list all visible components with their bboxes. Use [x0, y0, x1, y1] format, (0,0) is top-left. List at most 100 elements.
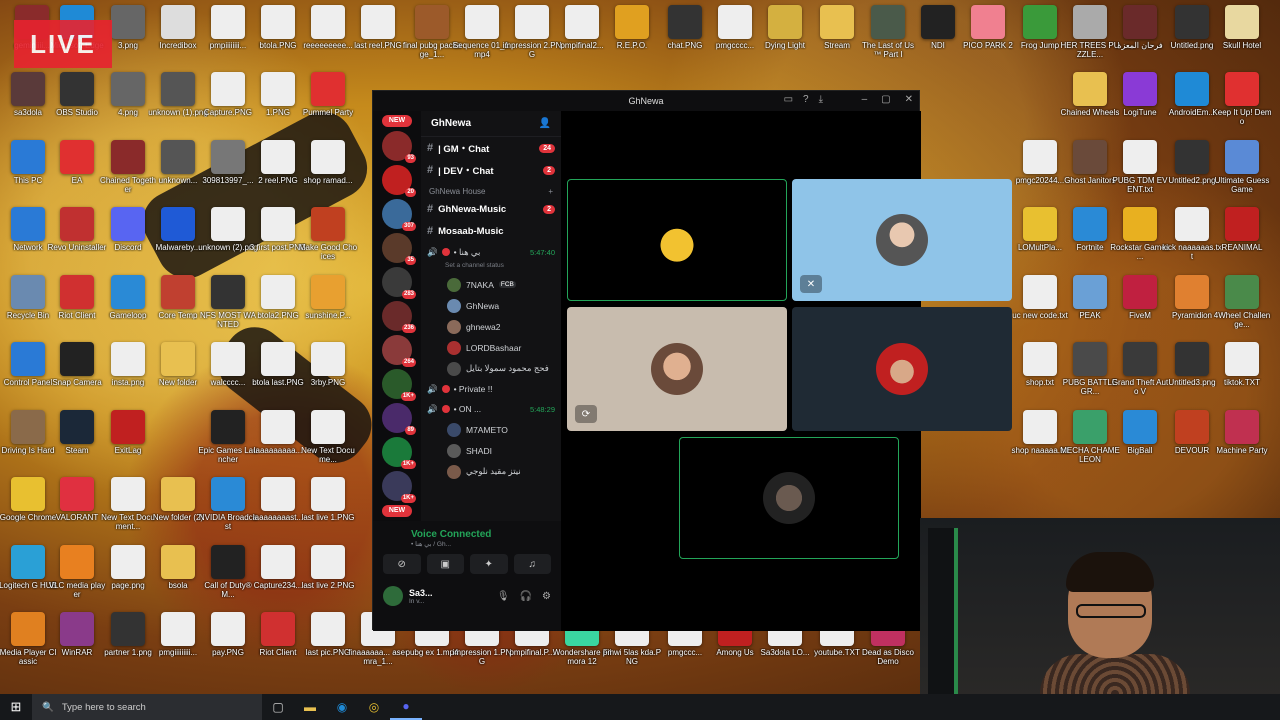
avatar[interactable] [383, 586, 403, 606]
voice-member[interactable]: فحج محمود سمولا بتايل [421, 358, 561, 379]
channel-status[interactable]: Set a channel status [421, 262, 561, 274]
voice-channel-main[interactable]: 🔊 • ‏ بي هنا 5:47:40 [421, 242, 561, 262]
desktop-icon-image [1175, 342, 1209, 376]
desktop-icon[interactable]: ExitLag [98, 410, 158, 455]
desktop-icon[interactable]: BigBall [1110, 410, 1170, 455]
desktop-icon[interactable]: sunshine.P... [298, 275, 358, 320]
channel-gm-chat[interactable]: # | GM・Chat 24 [421, 137, 561, 159]
headphones-icon[interactable]: 🎧 [520, 591, 532, 602]
voice-member[interactable]: 7NAKA FCB [421, 274, 561, 295]
voice-member[interactable]: LORDBashaar [421, 337, 561, 358]
voice-channel-on[interactable]: 🔊 • ON ... 5:48:29 [421, 399, 561, 419]
mention-badge: 35 [405, 256, 416, 265]
desktop-icon[interactable]: shop ramad... [298, 140, 358, 185]
desktop-icon[interactable]: 3rby.PNG [298, 342, 358, 387]
gear-icon[interactable]: ⚙ [542, 591, 551, 602]
add-member-icon[interactable]: 👤 [539, 118, 551, 129]
channel-mosaab-music[interactable]: # Mosaab-Music [421, 220, 561, 242]
minimize-button[interactable]: – [862, 94, 868, 105]
voice-connection-panel: Voice Connected • بي هنا / Gh... ⊘ ▣ ✦ ♫… [373, 521, 561, 631]
server-icon[interactable]: 283 [382, 267, 416, 299]
voice-connected-sub[interactable]: • بي هنا / Gh... [373, 540, 561, 548]
server-icon[interactable]: 89 [382, 403, 416, 435]
desktop-icon[interactable]: Make Good Choices [298, 207, 358, 261]
voice-member[interactable]: SHADI [421, 440, 561, 461]
desktop-icon[interactable]: Skull Hotel [1212, 5, 1272, 50]
download-icon[interactable]: ⤓ [819, 94, 823, 105]
discord-taskbar-icon[interactable]: ● [390, 694, 422, 720]
desktop-icon-image [11, 477, 45, 511]
muted-mic-icon: ✕ [800, 275, 822, 293]
taskbar-search[interactable]: 🔍 Type here to search [32, 694, 262, 720]
desktop-icon[interactable]: PICO PARK 2 [958, 5, 1018, 50]
desktop-icon[interactable]: R.E.P.O. [602, 5, 662, 50]
desktop-icon[interactable]: Dying Light [755, 5, 815, 50]
file-explorer-icon[interactable]: ▬ [294, 694, 326, 720]
desktop-icon[interactable]: tiktok.TXT [1212, 342, 1272, 387]
soundboard-button[interactable]: ♫ [513, 554, 551, 574]
maximize-button[interactable]: ▢ [881, 94, 890, 105]
video-tile-4[interactable] [792, 307, 1012, 431]
desktop-icon[interactable]: فرحان المعزة [1110, 5, 1170, 50]
category-header[interactable]: GhNewa House + [421, 181, 561, 198]
voice-member[interactable]: M7AMETO [421, 419, 561, 440]
inbox-icon[interactable]: ▭ [784, 94, 793, 105]
desktop-icon-image [161, 275, 195, 309]
edge-icon[interactable]: ◉ [326, 694, 358, 720]
desktop-icon[interactable]: PUBG TDM EVENT.txt [1110, 140, 1170, 194]
channel-dev-chat[interactable]: # | DEV・Chat 2 [421, 159, 561, 181]
desktop-icon[interactable]: 4Wheel Challenge... [1212, 275, 1272, 329]
server-icon[interactable]: 1K+ [382, 471, 416, 503]
chrome-icon[interactable]: ◎ [358, 694, 390, 720]
server-icon[interactable]: 1K+ [382, 437, 416, 469]
video-tile-5[interactable] [679, 437, 899, 559]
video-tile-2[interactable]: ✕ [792, 179, 1012, 301]
video-tile-1[interactable] [567, 179, 787, 301]
desktop-icon-image [211, 72, 245, 106]
server-icon[interactable]: 1K+ [382, 369, 416, 401]
server-icon[interactable]: 93 [382, 131, 416, 163]
desktop-icon[interactable]: Rockstar Games ... [1110, 207, 1170, 261]
server-icon[interactable]: 264 [382, 335, 416, 367]
add-channel-icon[interactable]: + [548, 187, 553, 196]
desktop-icon[interactable]: last reel.PNG [348, 5, 408, 50]
task-view-icon[interactable]: ▢ [262, 694, 294, 720]
user-name: Sa3... [409, 587, 433, 598]
new-pill[interactable]: NEW [382, 115, 412, 127]
screen-share-button[interactable]: ▣ [426, 554, 464, 574]
server-icon[interactable]: 20 [382, 165, 416, 197]
desktop-icon-image [111, 612, 145, 646]
desktop-icon-label: PICO PARK 2 [963, 41, 1013, 50]
microphone-icon[interactable]: 🎙 [497, 591, 510, 602]
desktop-icon[interactable]: Pummel Party [298, 72, 358, 117]
desktop-icon[interactable]: REANIMAL [1212, 207, 1272, 252]
desktop-icon[interactable]: New Text Docume... [298, 410, 358, 464]
video-tile-3[interactable]: ⟳ [567, 307, 787, 431]
server-icon[interactable]: 307 [382, 199, 416, 231]
desktop-icon[interactable]: last live 1.PNG [298, 477, 358, 522]
voice-member[interactable]: نيتز مقيد نلوجي [421, 461, 561, 482]
server-header[interactable]: GhNewa 👤 [421, 111, 561, 137]
voice-member[interactable]: GhNewa [421, 295, 561, 316]
camera-off-button[interactable]: ⊘ [383, 554, 421, 574]
windows-start-icon[interactable]: ⊞ [0, 694, 32, 720]
desktop-icon[interactable]: Keep It Up! Demo [1212, 72, 1272, 126]
search-placeholder: Type here to search [61, 701, 146, 713]
new-pill-bottom[interactable]: NEW [382, 505, 412, 517]
server-icon[interactable]: 35 [382, 233, 416, 265]
desktop-icon[interactable]: LogiTune [1110, 72, 1170, 117]
desktop-icon[interactable]: Grand Theft Auto V [1110, 342, 1170, 396]
desktop-icon[interactable]: Ultimate Guess Game [1212, 140, 1272, 194]
desktop-icon[interactable]: Machine Party [1212, 410, 1272, 455]
channel-ghnewa-music[interactable]: # GhNewa-Music 2 [421, 198, 561, 220]
desktop-icon-image [311, 342, 345, 376]
voice-member[interactable]: ghnewa2 [421, 316, 561, 337]
voice-channel-private[interactable]: 🔊 • Private !! [421, 379, 561, 399]
desktop-icon[interactable]: last live 2.PNG [298, 545, 358, 590]
close-button[interactable]: ✕ [905, 94, 913, 105]
help-icon[interactable]: ? [803, 94, 809, 105]
desktop-icon[interactable]: FiveM [1110, 275, 1170, 320]
avatar [447, 319, 461, 334]
server-icon[interactable]: 236 [382, 301, 416, 333]
activities-button[interactable]: ✦ [470, 554, 508, 574]
